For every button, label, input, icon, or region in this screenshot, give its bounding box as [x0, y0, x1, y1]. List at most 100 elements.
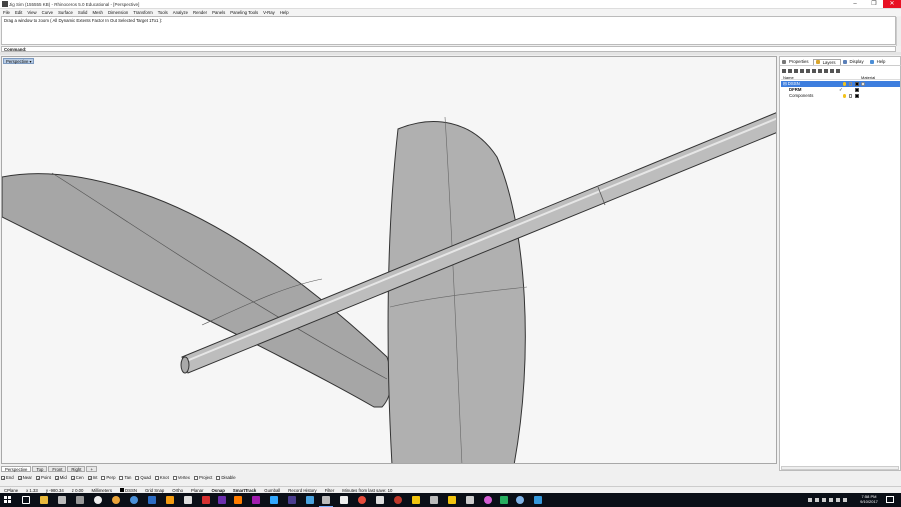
osnap-point[interactable]: ✓ Point — [35, 475, 51, 480]
app-icon[interactable] — [130, 496, 138, 504]
app-icon[interactable] — [358, 496, 366, 504]
delete-icon[interactable] — [824, 68, 828, 73]
menu-mesh[interactable]: Mesh — [92, 10, 103, 15]
status-current-layer[interactable]: DSSN — [116, 488, 141, 493]
command-history-scrollbar[interactable] — [896, 17, 901, 46]
app-icon[interactable] — [412, 496, 420, 504]
checkbox-checked-icon[interactable]: ✓ — [1, 475, 5, 480]
maximize-button[interactable]: ❐ — [865, 0, 883, 8]
checkbox-icon[interactable] — [101, 475, 106, 480]
app-icon[interactable] — [94, 496, 102, 504]
status-units[interactable]: Millimeters — [87, 488, 116, 493]
lightbulb-icon[interactable] — [843, 94, 846, 98]
checkbox-icon[interactable] — [135, 475, 140, 480]
layer-color-swatch[interactable] — [855, 88, 859, 92]
keyboard-icon[interactable] — [843, 498, 847, 502]
lightbulb-icon[interactable] — [843, 82, 846, 86]
menu-analyze[interactable]: Analyze — [173, 10, 188, 15]
print-icon[interactable] — [836, 68, 840, 73]
osnap-project[interactable]: Project — [193, 475, 212, 480]
status-gumball[interactable]: Gumball — [260, 488, 284, 493]
command-history[interactable]: Drag a window to zoom ( All Dynamic Exte… — [1, 16, 901, 46]
tab-top[interactable]: Top — [32, 465, 48, 472]
osnap-perp[interactable]: Perp — [101, 475, 115, 480]
rhino-taskbar-icon[interactable] — [319, 496, 333, 507]
material-icon[interactable] — [861, 82, 865, 86]
osnap-disable[interactable]: Disable — [216, 475, 236, 480]
menu-surface[interactable]: Surface — [58, 10, 73, 15]
tab-front[interactable]: Front — [48, 465, 67, 472]
app-icon[interactable] — [340, 496, 348, 504]
tools-icon[interactable] — [830, 68, 834, 73]
menu-curve[interactable]: Curve — [42, 10, 53, 15]
column-name[interactable]: Name — [783, 75, 794, 80]
osnap-knot[interactable]: Knot — [154, 475, 169, 480]
status-osnap[interactable]: Osnap — [207, 488, 228, 493]
menu-panels[interactable]: Panels — [212, 10, 225, 15]
app-icon[interactable] — [148, 496, 156, 504]
tab-display[interactable]: Display — [841, 59, 868, 64]
app-icon[interactable] — [58, 496, 66, 504]
checkbox-checked-icon[interactable]: ✓ — [70, 475, 75, 480]
status-smarttrack[interactable]: SmartTrack — [229, 488, 260, 493]
menu-tools[interactable]: Tools — [158, 10, 168, 15]
illustrator-icon[interactable] — [234, 496, 242, 504]
chrome-icon[interactable] — [112, 496, 120, 504]
app-icon[interactable] — [184, 496, 192, 504]
photoshop-icon[interactable] — [270, 496, 278, 504]
menu-transform[interactable]: Transform — [133, 10, 152, 15]
move-down-icon[interactable] — [806, 68, 810, 73]
app-icon[interactable] — [306, 496, 314, 504]
status-ortho[interactable]: Ortho — [168, 488, 187, 493]
menu-solid[interactable]: Solid — [78, 10, 88, 15]
lock-icon[interactable] — [849, 82, 852, 86]
app-icon[interactable] — [430, 496, 438, 504]
dropbox-icon[interactable] — [815, 498, 819, 502]
status-cplane[interactable]: CPlane — [0, 488, 22, 493]
status-record-history[interactable]: Record History — [284, 488, 320, 493]
menu-help[interactable]: Help — [280, 10, 289, 15]
perspective-viewport[interactable]: Perspective▾ — [1, 56, 777, 464]
premiere-icon[interactable] — [218, 496, 226, 504]
app-icon[interactable] — [288, 496, 296, 504]
filter-icon[interactable] — [818, 68, 822, 73]
app-icon[interactable] — [484, 496, 492, 504]
vlc-icon[interactable] — [166, 496, 174, 504]
osnap-cen[interactable]: ✓ Cen — [70, 475, 84, 480]
app-icon[interactable] — [394, 496, 402, 504]
tab-perspective[interactable]: Perspective — [1, 465, 32, 472]
windows-start-icon[interactable] — [4, 496, 11, 503]
tab-layers[interactable]: Layers — [812, 58, 841, 65]
file-explorer-icon[interactable] — [40, 496, 48, 504]
indesign-icon[interactable] — [252, 496, 260, 504]
osnap-end[interactable]: ✓ End — [1, 475, 14, 480]
new-sublayer-icon[interactable] — [788, 68, 792, 73]
osnap-vertex[interactable]: Vertex — [172, 475, 190, 480]
checkbox-checked-icon[interactable]: ✓ — [35, 475, 40, 480]
volume-icon[interactable] — [829, 498, 833, 502]
osnap-int[interactable]: ✓ Int — [87, 475, 97, 480]
tab-help[interactable]: Help — [868, 59, 890, 64]
osnap-quad[interactable]: Quad — [135, 475, 151, 480]
menu-paneling-tools[interactable]: Paneling Tools — [230, 10, 258, 15]
checkbox-icon[interactable] — [193, 475, 198, 480]
viewport-title-tab[interactable]: Perspective▾ — [3, 58, 35, 64]
menu-render[interactable]: Render — [193, 10, 207, 15]
app-icon[interactable] — [516, 496, 524, 504]
chevron-down-icon[interactable]: ▾ — [29, 59, 31, 64]
add-viewport-button[interactable]: + — [86, 465, 97, 472]
menu-dimension[interactable]: Dimension — [108, 10, 128, 15]
app-icon[interactable] — [466, 496, 474, 504]
move-to-parent-icon[interactable] — [812, 68, 816, 73]
task-view-icon[interactable] — [22, 496, 30, 504]
network-icon[interactable] — [822, 498, 826, 502]
close-button[interactable]: ✕ — [883, 0, 901, 8]
new-layer-icon[interactable] — [782, 68, 786, 73]
osnap-near[interactable]: ✓ Near — [17, 475, 32, 480]
checkbox-checked-icon[interactable]: ✓ — [17, 475, 22, 480]
lock-icon[interactable] — [849, 94, 852, 98]
delete-layer-icon[interactable] — [794, 68, 798, 73]
taskbar-clock[interactable]: 7:58 PM 9/10/2017 — [858, 494, 880, 504]
checkbox-icon[interactable] — [154, 475, 159, 480]
minimize-button[interactable]: – — [846, 0, 864, 8]
